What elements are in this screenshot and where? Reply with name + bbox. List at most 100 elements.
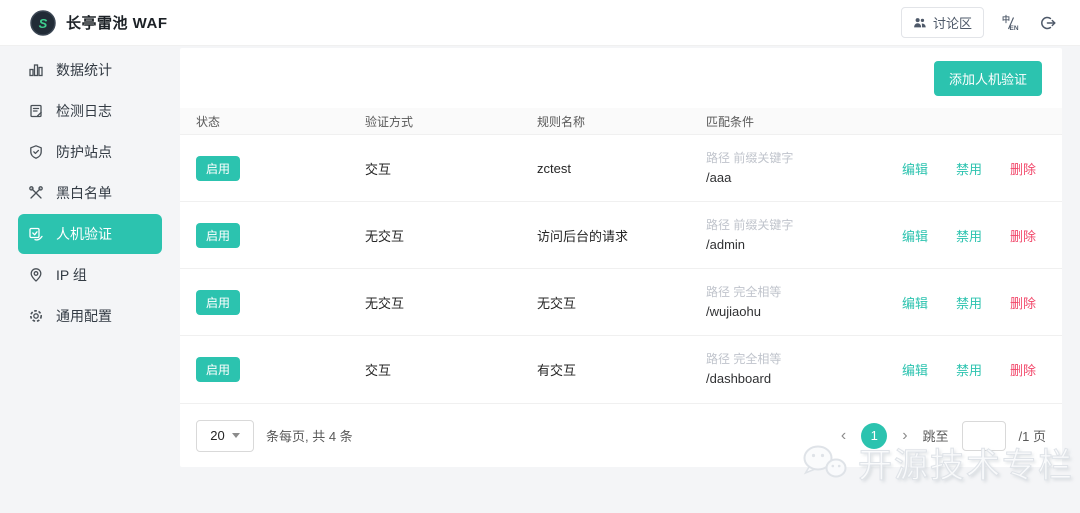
sidebar-item-captcha[interactable]: 人机验证 bbox=[18, 214, 162, 254]
table-row: 启用 交互 有交互 路径 完全相等 /dashboard 编辑 禁用 删除 bbox=[180, 335, 1062, 402]
svg-text:S: S bbox=[39, 16, 48, 31]
svg-text:中: 中 bbox=[1002, 14, 1010, 24]
sidebar-item-detection-logs[interactable]: 检测日志 bbox=[18, 91, 162, 131]
users-icon bbox=[913, 16, 927, 30]
pagination: 20 条每页, 共 4 条 ‹ 1 › 跳至 /1 页 bbox=[180, 403, 1062, 467]
sidebar-item-statistics[interactable]: 数据统计 bbox=[18, 50, 162, 90]
condition-cell: 路径 完全相等 /dashboard bbox=[706, 349, 882, 389]
total-pages-label: /1 页 bbox=[1018, 429, 1046, 444]
row-actions: 编辑 禁用 删除 bbox=[882, 226, 1062, 245]
tools-icon bbox=[28, 185, 44, 201]
jump-to-label: 跳至 bbox=[922, 429, 949, 444]
sidebar-item-label: 防护站点 bbox=[56, 144, 112, 160]
gear-icon bbox=[28, 308, 44, 324]
condition-value: /wujiaohu bbox=[706, 304, 761, 319]
page-size-value: 20 bbox=[210, 428, 225, 443]
app-title: 长亭雷池 WAF bbox=[66, 15, 168, 32]
method-cell: 无交互 bbox=[365, 295, 405, 311]
brand: S 长亭雷池 WAF bbox=[30, 9, 168, 36]
disable-link[interactable]: 禁用 bbox=[956, 159, 982, 178]
edit-link[interactable]: 编辑 bbox=[902, 360, 928, 379]
condition-type: 路径 前缀关键字 bbox=[706, 218, 794, 232]
topbar-actions: 讨论区 中 EN bbox=[900, 7, 1060, 38]
condition-value: /dashboard bbox=[706, 371, 772, 386]
status-badge: 启用 bbox=[196, 222, 241, 248]
page-number-button[interactable]: 1 bbox=[861, 422, 888, 449]
log-icon bbox=[28, 103, 44, 119]
sidebar-item-blackwhite-list[interactable]: 黑白名单 bbox=[18, 173, 162, 213]
condition-cell: 路径 前缀关键字 /aaa bbox=[706, 148, 882, 188]
pagination-right: ‹ 1 › 跳至 /1 页 bbox=[839, 420, 1046, 451]
method-cell: 无交互 bbox=[365, 228, 405, 244]
content-area: 数据统计 检测日志 防护站点 黑白名单 人机验证 IP 组 通用配置 添加人机验… bbox=[0, 46, 1080, 467]
delete-link[interactable]: 删除 bbox=[1010, 159, 1036, 178]
column-header-condition: 匹配条件 bbox=[706, 114, 755, 129]
table-header: 状态 验证方式 规则名称 匹配条件 bbox=[180, 108, 1062, 134]
row-actions: 编辑 禁用 删除 bbox=[882, 293, 1062, 312]
pagination-left: 20 条每页, 共 4 条 bbox=[196, 419, 353, 452]
condition-value: /admin bbox=[706, 237, 746, 252]
table-row: 启用 无交互 无交互 路径 完全相等 /wujiaohu 编辑 禁用 删除 bbox=[180, 268, 1062, 335]
page-summary: 条每页, 共 4 条 bbox=[266, 429, 353, 444]
status-badge: 启用 bbox=[196, 155, 241, 181]
svg-text:EN: EN bbox=[1010, 25, 1019, 32]
sidebar-item-ip-group[interactable]: IP 组 bbox=[18, 255, 162, 295]
topbar: S 长亭雷池 WAF 讨论区 中 EN bbox=[0, 0, 1080, 46]
row-actions: 编辑 禁用 删除 bbox=[882, 360, 1062, 379]
column-header-rule-name: 规则名称 bbox=[537, 114, 586, 129]
sidebar-item-label: IP 组 bbox=[56, 267, 87, 283]
table-row: 启用 无交互 访问后台的请求 路径 前缀关键字 /admin 编辑 禁用 删除 bbox=[180, 201, 1062, 268]
discussion-label: 讨论区 bbox=[932, 16, 972, 31]
disable-link[interactable]: 禁用 bbox=[956, 226, 982, 245]
column-header-method: 验证方式 bbox=[365, 114, 414, 129]
status-badge: 启用 bbox=[196, 289, 241, 315]
captcha-icon bbox=[28, 226, 44, 242]
discussion-button[interactable]: 讨论区 bbox=[900, 7, 984, 38]
method-cell: 交互 bbox=[365, 362, 392, 378]
condition-cell: 路径 前缀关键字 /admin bbox=[706, 215, 882, 255]
row-actions: 编辑 禁用 删除 bbox=[882, 159, 1062, 178]
status-badge: 启用 bbox=[196, 356, 241, 382]
table-row: 启用 交互 zctest 路径 前缀关键字 /aaa 编辑 禁用 删除 bbox=[180, 134, 1062, 201]
sidebar-item-label: 黑白名单 bbox=[56, 185, 112, 201]
sidebar-item-label: 人机验证 bbox=[56, 226, 112, 242]
condition-cell: 路径 完全相等 /wujiaohu bbox=[706, 282, 882, 322]
rule-name-cell: 访问后台的请求 bbox=[537, 228, 629, 244]
prev-page-icon[interactable]: ‹ bbox=[839, 427, 848, 444]
condition-value: /aaa bbox=[706, 170, 732, 185]
edit-link[interactable]: 编辑 bbox=[902, 226, 928, 245]
sidebar-item-protected-sites[interactable]: 防护站点 bbox=[18, 132, 162, 172]
edit-link[interactable]: 编辑 bbox=[902, 293, 928, 312]
app-root: S 长亭雷池 WAF 讨论区 中 EN 数据统计 检测日志 防护站点 黑白名单 … bbox=[0, 0, 1080, 486]
caret-down-icon bbox=[231, 433, 240, 438]
rule-name-cell: 有交互 bbox=[537, 362, 577, 378]
edit-link[interactable]: 编辑 bbox=[902, 159, 928, 178]
disable-link[interactable]: 禁用 bbox=[956, 360, 982, 379]
next-page-icon[interactable]: › bbox=[900, 427, 909, 444]
add-captcha-button[interactable]: 添加人机验证 bbox=[933, 60, 1042, 96]
jump-to-input[interactable] bbox=[961, 420, 1006, 451]
toolbar: 添加人机验证 bbox=[180, 48, 1062, 108]
sidebar-item-label: 检测日志 bbox=[56, 103, 112, 119]
shield-icon bbox=[28, 144, 44, 160]
condition-type: 路径 完全相等 bbox=[706, 285, 782, 299]
rule-name-cell: 无交互 bbox=[537, 295, 577, 311]
delete-link[interactable]: 删除 bbox=[1010, 226, 1036, 245]
delete-link[interactable]: 删除 bbox=[1010, 360, 1036, 379]
rule-name-cell: zctest bbox=[537, 160, 571, 176]
safeline-logo-icon: S bbox=[30, 9, 56, 36]
bar-chart-icon bbox=[28, 62, 44, 78]
method-cell: 交互 bbox=[365, 161, 392, 177]
sidebar: 数据统计 检测日志 防护站点 黑白名单 人机验证 IP 组 通用配置 bbox=[0, 46, 180, 467]
column-header-status: 状态 bbox=[196, 114, 221, 129]
language-toggle-icon[interactable]: 中 EN bbox=[998, 11, 1022, 35]
condition-type: 路径 前缀关键字 bbox=[706, 151, 794, 165]
delete-link[interactable]: 删除 bbox=[1010, 293, 1036, 312]
sidebar-item-label: 数据统计 bbox=[56, 62, 112, 78]
disable-link[interactable]: 禁用 bbox=[956, 293, 982, 312]
page-size-select[interactable]: 20 bbox=[196, 419, 254, 452]
condition-type: 路径 完全相等 bbox=[706, 352, 782, 366]
main-panel: 添加人机验证 状态 验证方式 规则名称 匹配条件 启用 交互 zctest 路径… bbox=[180, 48, 1062, 467]
sidebar-item-general-config[interactable]: 通用配置 bbox=[18, 296, 162, 336]
logout-icon[interactable] bbox=[1036, 11, 1060, 35]
